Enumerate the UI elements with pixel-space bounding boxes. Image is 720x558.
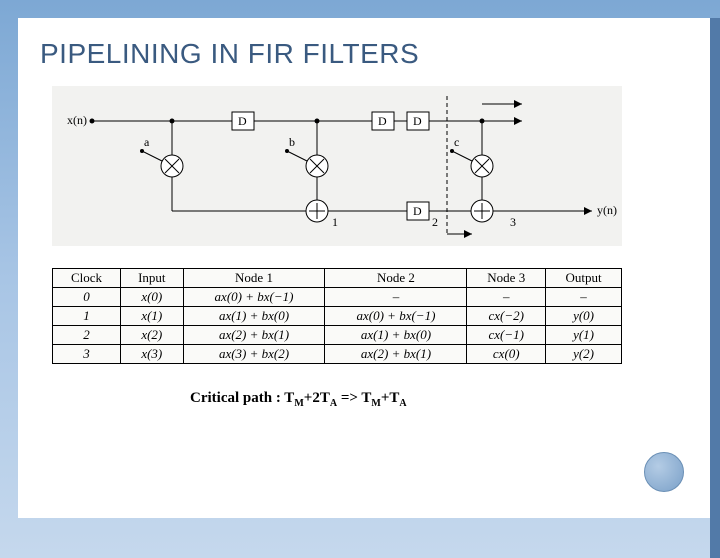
- table-row: 3x(3)ax(3) + bx(2)ax(2) + bx(1)cx(0)y(2): [53, 345, 622, 364]
- table-cell: y(0): [546, 307, 622, 326]
- svg-text:D: D: [413, 204, 422, 218]
- table-cell: ax(1) + bx(0): [183, 307, 325, 326]
- svg-text:2: 2: [432, 215, 438, 229]
- table-cell: ax(0) + bx(−1): [325, 307, 467, 326]
- side-accent: [710, 18, 720, 558]
- fir-diagram: x(n) D D D: [52, 86, 622, 246]
- svg-text:3: 3: [510, 215, 516, 229]
- svg-text:D: D: [238, 114, 247, 128]
- table-cell: cx(−1): [467, 326, 546, 345]
- input-label: x(n): [67, 113, 87, 127]
- table-cell: 1: [53, 307, 121, 326]
- decorative-sphere-icon: [644, 452, 684, 492]
- table-cell: ax(1) + bx(0): [325, 326, 467, 345]
- page-title: PIPELINING IN FIR FILTERS: [40, 38, 688, 70]
- th-clock: Clock: [53, 269, 121, 288]
- th-node3: Node 3: [467, 269, 546, 288]
- table-cell: x(0): [121, 288, 183, 307]
- svg-text:1: 1: [332, 215, 338, 229]
- table-cell: ax(0) + bx(−1): [183, 288, 325, 307]
- table-row: 2x(2)ax(2) + bx(1)ax(1) + bx(0)cx(−1)y(1…: [53, 326, 622, 345]
- table-cell: x(2): [121, 326, 183, 345]
- table-cell: x(1): [121, 307, 183, 326]
- svg-text:b: b: [289, 135, 295, 149]
- table-cell: 2: [53, 326, 121, 345]
- timing-table: Clock Input Node 1 Node 2 Node 3 Output …: [52, 268, 622, 364]
- table-cell: ax(2) + bx(1): [183, 326, 325, 345]
- svg-text:D: D: [378, 114, 387, 128]
- svg-text:D: D: [413, 114, 422, 128]
- table-cell: cx(−2): [467, 307, 546, 326]
- table-cell: y(2): [546, 345, 622, 364]
- table-row: 0x(0)ax(0) + bx(−1)–––: [53, 288, 622, 307]
- table-cell: ax(3) + bx(2): [183, 345, 325, 364]
- table-cell: –: [546, 288, 622, 307]
- table-cell: 3: [53, 345, 121, 364]
- svg-text:a: a: [144, 135, 150, 149]
- table-cell: ax(2) + bx(1): [325, 345, 467, 364]
- svg-text:y(n): y(n): [597, 203, 617, 217]
- table-header-row: Clock Input Node 1 Node 2 Node 3 Output: [53, 269, 622, 288]
- table-cell: y(1): [546, 326, 622, 345]
- th-node1: Node 1: [183, 269, 325, 288]
- table-cell: –: [325, 288, 467, 307]
- th-input: Input: [121, 269, 183, 288]
- th-node2: Node 2: [325, 269, 467, 288]
- svg-text:c: c: [454, 135, 459, 149]
- table-cell: –: [467, 288, 546, 307]
- table-row: 1x(1)ax(1) + bx(0)ax(0) + bx(−1)cx(−2)y(…: [53, 307, 622, 326]
- th-output: Output: [546, 269, 622, 288]
- table-cell: x(3): [121, 345, 183, 364]
- table-cell: 0: [53, 288, 121, 307]
- table-cell: cx(0): [467, 345, 546, 364]
- critical-path-text: Critical path : TM+2TA => TM+TA: [190, 390, 688, 409]
- slide-content: PIPELINING IN FIR FILTERS x(n) D D D: [18, 18, 710, 518]
